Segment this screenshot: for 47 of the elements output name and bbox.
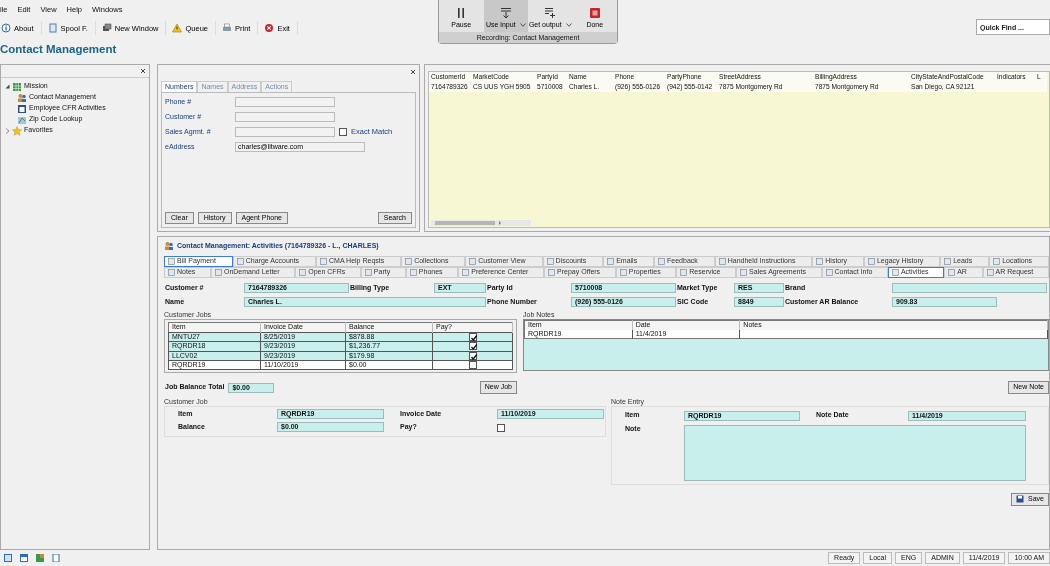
tab-icon xyxy=(867,258,875,265)
exit-icon xyxy=(264,23,275,33)
map-icon xyxy=(17,114,27,125)
checkbox[interactable] xyxy=(468,342,477,351)
checkbox[interactable] xyxy=(468,332,477,341)
grid-icon xyxy=(12,81,22,92)
document-icon[interactable] xyxy=(52,554,60,562)
input-icon xyxy=(499,6,512,19)
people-icon xyxy=(164,241,174,251)
star-icon xyxy=(12,125,22,136)
panel-icon[interactable] xyxy=(20,554,28,562)
scrollbar[interactable] xyxy=(431,220,531,226)
input-field[interactable] xyxy=(235,96,335,107)
output-icon xyxy=(544,6,557,19)
checkbox[interactable] xyxy=(468,351,477,360)
tab-icon xyxy=(740,269,748,276)
printer-icon xyxy=(222,23,232,33)
note-field[interactable] xyxy=(684,425,1026,482)
warning-icon xyxy=(172,23,183,33)
tab-icon xyxy=(718,258,726,265)
input-field[interactable] xyxy=(892,283,1047,293)
input-field[interactable] xyxy=(235,111,335,122)
tab-icon xyxy=(320,258,327,265)
caret-icon xyxy=(519,22,526,27)
caret-icon xyxy=(565,22,572,27)
people-icon xyxy=(17,92,27,103)
page-title: Contact Management xyxy=(0,43,118,57)
tab-icon xyxy=(299,269,307,276)
checkbox[interactable] xyxy=(468,361,477,370)
document-icon xyxy=(47,23,58,33)
tab-icon xyxy=(658,258,666,265)
tab-icon xyxy=(236,258,244,265)
tab-icon xyxy=(680,269,688,276)
close-icon[interactable] xyxy=(140,68,146,74)
tab-icon xyxy=(214,269,222,276)
info-icon xyxy=(1,23,11,33)
close-icon[interactable] xyxy=(410,68,416,75)
windows-icon xyxy=(101,23,112,33)
input-field[interactable] xyxy=(235,126,335,137)
expanded-arrow-icon[interactable] xyxy=(5,84,10,89)
tab-icon xyxy=(891,269,899,276)
stop-icon xyxy=(588,6,601,19)
checkbox[interactable] xyxy=(339,127,347,136)
calendar-icon xyxy=(17,103,27,114)
checkbox[interactable] xyxy=(497,423,505,432)
window-icon[interactable] xyxy=(4,554,12,562)
tab-icon xyxy=(364,269,372,276)
